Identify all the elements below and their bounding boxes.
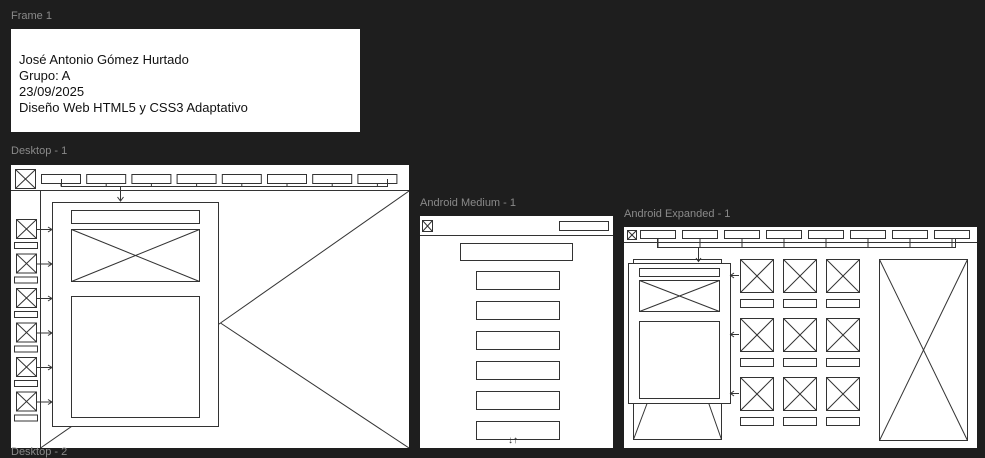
android-medium-label[interactable]: Android Medium - 1 <box>420 197 516 209</box>
android-expanded-product-grid <box>731 260 860 426</box>
desktop1-side-label <box>15 277 38 283</box>
desktop1-label[interactable]: Desktop - 1 <box>11 145 67 157</box>
desktop1-nav-bracket <box>62 179 388 187</box>
desktop1-content-card <box>53 203 219 427</box>
android-expanded-nav-item <box>809 231 844 239</box>
android-expanded-nav-bracket <box>658 239 956 248</box>
desktop1-side-label <box>15 243 38 249</box>
group-line: Grupo: A <box>19 68 71 83</box>
desktop1-nav-item <box>268 175 307 184</box>
android-medium-button <box>477 392 560 410</box>
desktop1-bg-cross-b <box>221 323 410 448</box>
android-expanded-grid-label <box>741 359 774 367</box>
android-medium-button <box>477 362 560 380</box>
android-medium-button-list <box>477 272 560 440</box>
android-expanded-nav-item <box>935 231 970 239</box>
android-medium-wireframe <box>420 216 613 448</box>
android-medium-button <box>477 422 560 440</box>
desktop1-nav-item <box>177 175 216 184</box>
android-expanded-nav-item <box>725 231 760 239</box>
desktop2-label[interactable]: Desktop - 2 <box>11 446 67 458</box>
desktop1-frame[interactable] <box>11 165 409 448</box>
author-name: José Antonio Gómez Hurtado <box>19 52 189 67</box>
android-expanded-grid-label <box>784 359 817 367</box>
android-medium-frame[interactable]: ↓↑ <box>420 216 613 448</box>
android-expanded-grid-label <box>827 300 860 308</box>
android-expanded-wireframe <box>624 227 977 448</box>
desktop1-nav-item <box>87 175 126 184</box>
android-expanded-frame[interactable] <box>624 227 977 448</box>
android-medium-button <box>477 302 560 320</box>
desktop1-wireframe <box>11 165 409 448</box>
desktop1-nav-bar <box>42 175 397 187</box>
android-expanded-label[interactable]: Android Expanded - 1 <box>624 208 730 220</box>
frame1-label[interactable]: Frame 1 <box>11 10 52 22</box>
android-expanded-detail-card <box>629 264 731 404</box>
desktop1-nav-item <box>222 175 261 184</box>
android-expanded-nav-bar <box>641 231 970 248</box>
date-line: 23/09/2025 <box>19 84 85 99</box>
android-expanded-grid-label <box>784 300 817 308</box>
course-line: Diseño Web HTML5 y CSS3 Adaptativo <box>19 100 248 115</box>
desktop1-side-label <box>15 346 38 352</box>
desktop1-side-label <box>15 312 38 318</box>
desktop1-sidebar-items <box>15 220 53 422</box>
desktop1-nav-item <box>358 175 397 184</box>
android-medium-title-bar <box>461 244 573 261</box>
desktop1-side-label <box>15 415 38 421</box>
android-expanded-nav-item <box>893 231 928 239</box>
desktop1-bg-cross-c <box>221 191 410 323</box>
android-expanded-grid-label <box>827 359 860 367</box>
desktop1-side-label <box>15 381 38 387</box>
android-expanded-nav-item <box>851 231 886 239</box>
android-expanded-grid-label <box>741 418 774 426</box>
android-expanded-nav-item <box>767 231 802 239</box>
android-medium-menu-button <box>560 222 609 231</box>
frame1-info-card[interactable]: José Antonio Gómez Hurtado Grupo: A 23/0… <box>11 29 360 132</box>
android-expanded-grid-label <box>784 418 817 426</box>
android-expanded-nav-item <box>683 231 718 239</box>
author-info: José Antonio Gómez Hurtado Grupo: A 23/0… <box>19 52 248 116</box>
desktop1-nav-item <box>313 175 352 184</box>
android-medium-button <box>477 272 560 290</box>
android-expanded-nav-item <box>641 231 676 239</box>
android-expanded-grid-label <box>741 300 774 308</box>
android-medium-button <box>477 332 560 350</box>
desktop1-nav-item <box>132 175 171 184</box>
android-expanded-grid-label <box>827 418 860 426</box>
android-medium-scroll-arrows[interactable]: ↓↑ <box>508 435 518 447</box>
